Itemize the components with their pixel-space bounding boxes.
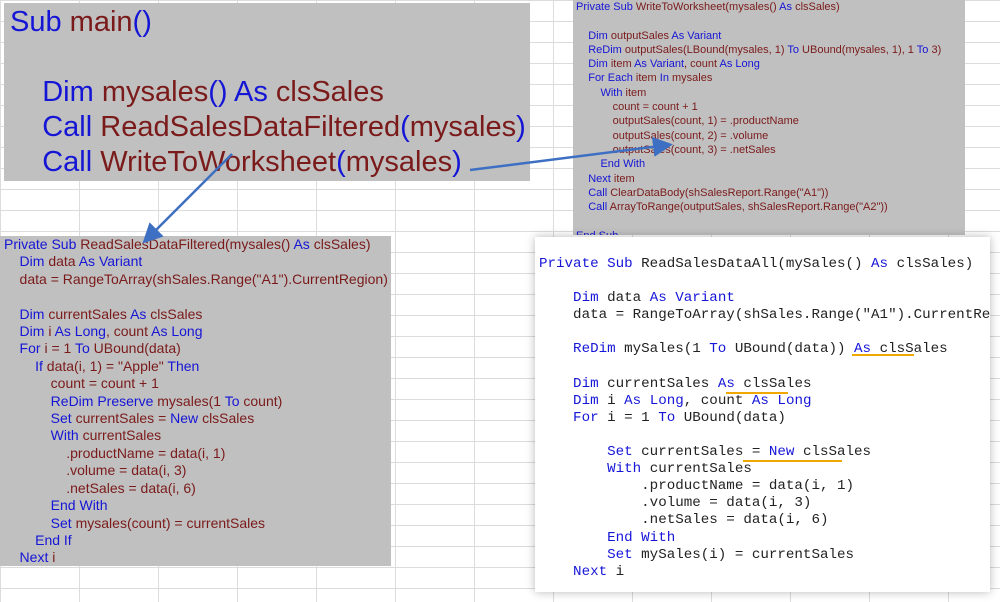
arrow-to-write-to-worksheet — [469, 136, 673, 172]
arrow-to-read-sales-filtered — [142, 153, 233, 244]
annotation-arrows — [142, 136, 673, 244]
